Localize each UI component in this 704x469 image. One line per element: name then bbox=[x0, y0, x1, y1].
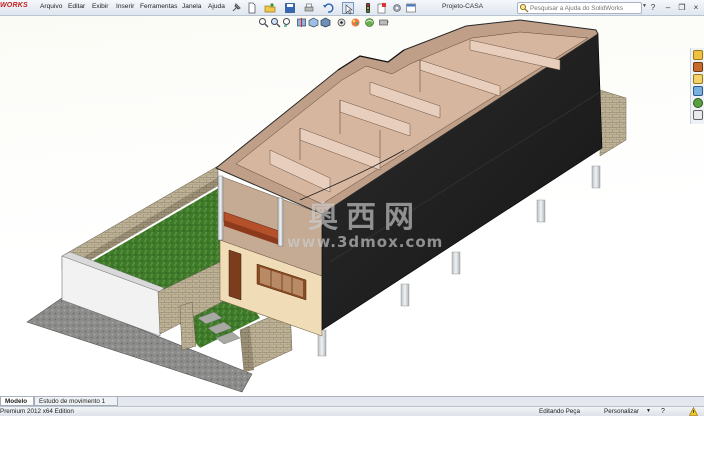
pin-icon[interactable] bbox=[230, 2, 242, 14]
customize-button[interactable]: Personalizar bbox=[604, 407, 639, 416]
edit-mode-label: Editando Peça bbox=[539, 408, 580, 415]
custom-properties-icon[interactable] bbox=[693, 110, 703, 120]
rebuild-icon[interactable] bbox=[362, 2, 374, 14]
appearances-icon[interactable] bbox=[693, 98, 703, 108]
layout-icon[interactable] bbox=[405, 2, 417, 14]
blank-margin bbox=[0, 416, 704, 469]
graphics-area[interactable]: 奧西网 www.3dmox.com bbox=[0, 16, 704, 396]
search-icon bbox=[519, 3, 529, 13]
file-properties-icon[interactable] bbox=[376, 2, 388, 14]
menu-editar[interactable]: Editar bbox=[68, 3, 85, 10]
help-search-box[interactable] bbox=[517, 2, 642, 14]
help-button[interactable]: ? bbox=[648, 2, 658, 14]
solidworks-resources-icon[interactable] bbox=[693, 50, 703, 60]
status-bar: Premium 2012 x64 Edition Editando Peça P… bbox=[0, 406, 704, 416]
open-icon[interactable] bbox=[264, 2, 276, 14]
menu-inserir[interactable]: Inserir bbox=[116, 3, 134, 10]
house-3d-model[interactable] bbox=[0, 16, 704, 396]
print-icon[interactable] bbox=[303, 2, 315, 14]
close-button[interactable]: × bbox=[690, 2, 702, 14]
document-title: Projeto-CASA bbox=[442, 3, 484, 10]
restore-button[interactable]: ❐ bbox=[676, 2, 688, 14]
new-document-icon[interactable] bbox=[246, 2, 258, 14]
menu-janela[interactable]: Janela bbox=[182, 3, 201, 10]
file-explorer-icon[interactable] bbox=[693, 74, 703, 84]
rebuild-warning-icon[interactable] bbox=[689, 406, 698, 416]
task-pane-tabs bbox=[690, 48, 704, 124]
tab-motion-study[interactable]: Estudo de movimento 1 bbox=[34, 397, 118, 406]
tab-modelo[interactable]: Modelo bbox=[0, 397, 34, 406]
minimize-button[interactable]: – bbox=[662, 2, 674, 14]
options-icon[interactable] bbox=[391, 2, 403, 14]
design-library-icon[interactable] bbox=[693, 62, 703, 72]
bottom-tab-bar: Modelo Estudo de movimento 1 bbox=[0, 396, 704, 406]
menu-ferramentas[interactable]: Ferramentas bbox=[140, 3, 177, 10]
help-search-input[interactable] bbox=[530, 3, 638, 13]
menu-exibir[interactable]: Exibir bbox=[92, 3, 109, 10]
search-dropdown-icon[interactable]: ▼ bbox=[642, 3, 647, 9]
status-help-button[interactable]: ? bbox=[661, 407, 665, 416]
menu-ajuda[interactable]: Ajuda bbox=[208, 3, 225, 10]
chevron-down-icon[interactable]: ▼ bbox=[646, 407, 651, 416]
menu-arquivo[interactable]: Arquivo bbox=[40, 3, 62, 10]
solidworks-logo: WORKS bbox=[0, 2, 28, 9]
save-icon[interactable] bbox=[284, 2, 296, 14]
undo-icon[interactable] bbox=[322, 2, 334, 14]
view-palette-icon[interactable] bbox=[693, 86, 703, 96]
select-icon[interactable] bbox=[342, 2, 354, 15]
edition-label: Premium 2012 x64 Edition bbox=[0, 408, 74, 415]
title-bar: WORKS Arquivo Editar Exibir Inserir Ferr… bbox=[0, 0, 704, 16]
